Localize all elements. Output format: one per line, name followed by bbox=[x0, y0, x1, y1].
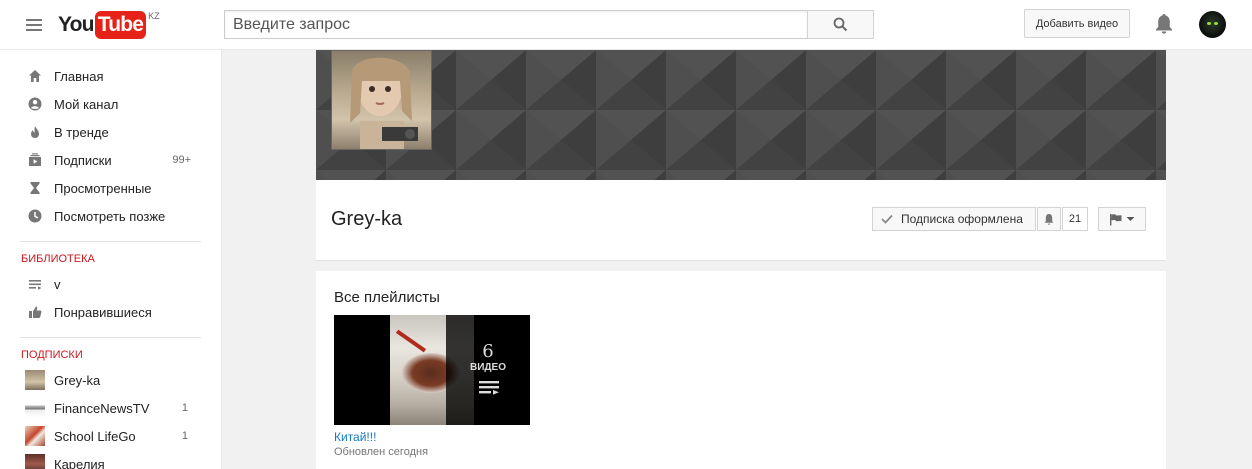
upload-video-button[interactable]: Добавить видео bbox=[1024, 9, 1130, 38]
sidebar-item-label: Посмотреть позже bbox=[54, 208, 166, 224]
thumbs-up-icon bbox=[28, 305, 42, 319]
library-section-title[interactable]: БИБЛИОТЕКА bbox=[0, 252, 221, 266]
playlist-icon bbox=[28, 277, 42, 291]
playlist-video-label: ВИДЕО bbox=[470, 362, 506, 373]
sidebar-item-home[interactable]: Главная bbox=[0, 62, 221, 90]
subscription-item-karelia[interactable]: Карелия bbox=[0, 450, 221, 469]
playlist-thumbnail[interactable]: 6 ВИДЕО bbox=[334, 315, 530, 425]
section-heading[interactable]: Все плейлисты bbox=[334, 289, 440, 306]
channel-avatar bbox=[25, 370, 45, 390]
subscribed-label: Подписка оформлена bbox=[901, 212, 1023, 226]
new-videos-count: 1 bbox=[181, 430, 188, 442]
subscription-label: Grey-ka bbox=[54, 372, 101, 388]
channel-avatar-large[interactable] bbox=[331, 50, 432, 150]
subscriptions-count-badge: 99+ bbox=[172, 154, 191, 166]
menu-icon[interactable] bbox=[26, 16, 42, 34]
guide-sidebar: Главная Мой канал В тренде Подписки 99+ bbox=[0, 50, 222, 469]
channel-banner bbox=[316, 50, 1166, 180]
subscriptions-section-title[interactable]: ПОДПИСКИ bbox=[0, 348, 221, 362]
logo-country-code: KZ bbox=[148, 11, 160, 21]
bell-icon[interactable] bbox=[1153, 12, 1175, 36]
channel-avatar bbox=[25, 454, 45, 469]
channel-title[interactable]: Grey-ka bbox=[331, 208, 402, 231]
sidebar-item-label: Понравившиеся bbox=[54, 304, 152, 320]
sidebar-item-my-channel[interactable]: Мой канал bbox=[0, 90, 221, 118]
subscription-item-grey-ka[interactable]: Grey-ka bbox=[0, 366, 221, 394]
sidebar-divider bbox=[20, 241, 201, 242]
subscriptions-icon bbox=[28, 153, 42, 167]
search-button[interactable] bbox=[807, 10, 874, 39]
clock-icon bbox=[28, 209, 42, 223]
sidebar-divider bbox=[20, 337, 201, 338]
subscription-item-school-lifego[interactable]: School LifeGo 1 bbox=[0, 422, 221, 450]
notification-bell-button[interactable] bbox=[1037, 207, 1061, 231]
bell-icon bbox=[1044, 213, 1054, 225]
subscribed-button[interactable]: Подписка оформлена bbox=[872, 207, 1036, 231]
sidebar-item-label: Просмотренные bbox=[54, 180, 152, 196]
logo-tube: Tube bbox=[94, 11, 147, 39]
sidebar-item-label: Главная bbox=[54, 68, 104, 84]
subscriber-count: 21 bbox=[1062, 207, 1088, 231]
logo-you: You bbox=[58, 13, 95, 36]
flag-icon bbox=[1110, 213, 1122, 225]
account-avatar[interactable] bbox=[1199, 11, 1226, 38]
home-icon bbox=[28, 69, 42, 83]
sidebar-item-label: Подписки bbox=[54, 152, 112, 168]
checkmark-icon bbox=[881, 214, 893, 224]
sidebar-item-watch-later[interactable]: Посмотреть позже bbox=[0, 202, 221, 230]
channel-header: Grey-ka Подписка оформлена 21 bbox=[316, 180, 1166, 261]
sidebar-item-trending[interactable]: В тренде bbox=[0, 118, 221, 146]
playlist-icon bbox=[479, 381, 499, 395]
sidebar-item-liked[interactable]: Понравившиеся bbox=[0, 298, 221, 326]
sidebar-item-history[interactable]: Просмотренные bbox=[0, 174, 221, 202]
channel-avatar bbox=[25, 398, 45, 418]
sidebar-item-label: В тренде bbox=[54, 124, 109, 140]
flame-icon bbox=[28, 125, 42, 139]
sidebar-item-playlist-v[interactable]: v bbox=[0, 270, 221, 298]
report-flag-menu-button[interactable] bbox=[1098, 207, 1146, 231]
search-bar bbox=[224, 10, 874, 39]
search-icon bbox=[833, 17, 848, 32]
subscription-label: FinanceNewsTV bbox=[54, 400, 150, 416]
playlist-title-link[interactable]: Китай!!! bbox=[334, 430, 376, 444]
playlist-updated: Обновлен сегодня bbox=[334, 446, 429, 458]
hourglass-icon bbox=[28, 181, 42, 195]
masthead: You Tube KZ Добавить видео bbox=[0, 0, 1252, 50]
playlist-video-count: 6 bbox=[482, 341, 494, 362]
sidebar-item-label: Мой канал bbox=[54, 96, 119, 112]
banner-pattern bbox=[316, 50, 1166, 180]
youtube-logo[interactable]: You Tube KZ bbox=[58, 11, 160, 39]
search-input[interactable] bbox=[224, 10, 807, 39]
account-icon bbox=[28, 97, 42, 111]
sidebar-item-label: v bbox=[54, 276, 61, 292]
new-videos-count: 1 bbox=[181, 402, 188, 414]
sidebar-item-subscriptions[interactable]: Подписки 99+ bbox=[0, 146, 221, 174]
subscription-item-financenewstv[interactable]: FinanceNewsTV 1 bbox=[0, 394, 221, 422]
subscription-label: School LifeGo bbox=[54, 428, 136, 444]
subscription-label: Карелия bbox=[54, 456, 105, 469]
playlists-section: Все плейлисты 6 ВИДЕО Китай!!! Обновлен … bbox=[316, 271, 1166, 469]
caret-down-icon bbox=[1126, 217, 1135, 221]
channel-avatar bbox=[25, 426, 45, 446]
